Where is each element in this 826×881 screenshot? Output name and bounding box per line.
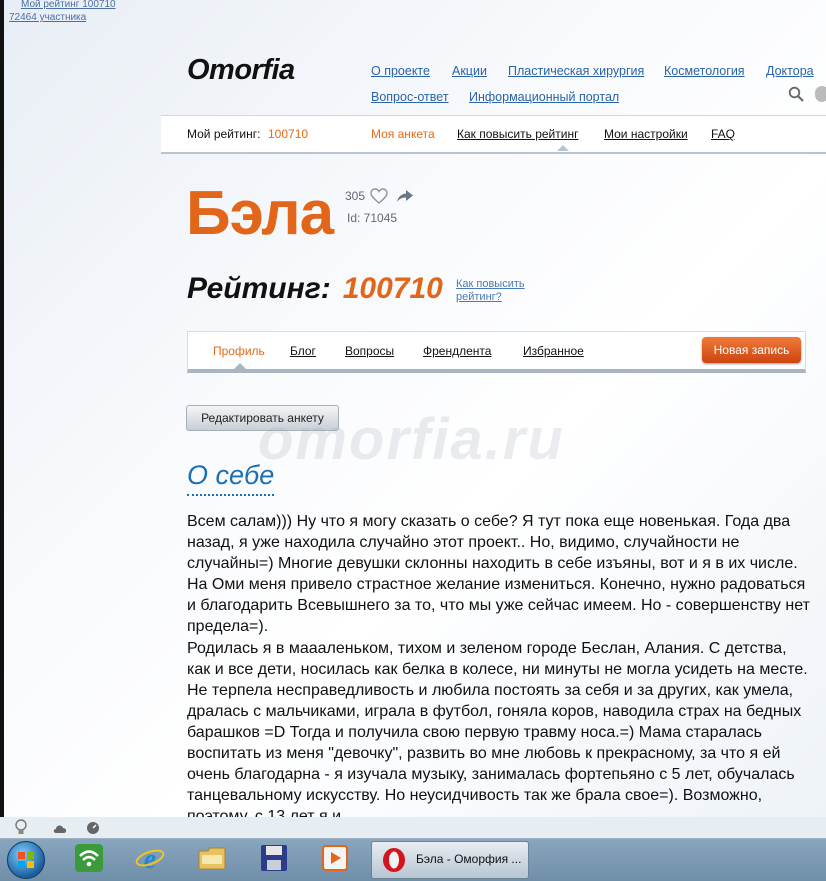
nav-qa[interactable]: Вопрос-ответ [371, 90, 449, 104]
tab-caret [234, 363, 246, 369]
profile-rating: Рейтинг: 100710 [187, 272, 443, 306]
rating-value: 100710 [342, 272, 443, 305]
nav-promotions[interactable]: Акции [452, 64, 487, 78]
corner-members-link[interactable]: 72464 участника [9, 12, 86, 23]
wifi-app-icon[interactable] [74, 843, 104, 873]
subbar-my-profile[interactable]: Моя анкета [371, 127, 435, 141]
internet-explorer-icon[interactable]: e [135, 843, 165, 873]
gauge-icon[interactable] [86, 821, 100, 835]
likes-count: 305 [345, 189, 366, 203]
taskbar-window-title: Бэла - Оморфия ... [416, 852, 522, 866]
heart-icon[interactable] [370, 188, 388, 204]
watermark: omorfia.ru [258, 407, 565, 472]
nav-cosmetology[interactable]: Косметология [664, 64, 745, 78]
about-paragraph-2: Родилась я в маааленьком, тихом и зелено… [187, 639, 808, 817]
cloud-icon[interactable] [52, 822, 68, 834]
rating-label: Рейтинг: [187, 272, 331, 305]
media-player-icon[interactable] [320, 843, 350, 873]
user-subbar: Мой рейтинг: 100710 Моя анкета Как повыс… [161, 115, 826, 154]
profile-id: Id: 71045 [347, 211, 398, 225]
search-icon[interactable] [788, 86, 804, 102]
tab-profile[interactable]: Профиль [213, 344, 265, 358]
nav-plastic-surgery[interactable]: Пластическая хирургия [508, 64, 644, 78]
taskbar-active-window[interactable]: Бэла - Оморфия ... [371, 841, 529, 879]
corner-rating-link[interactable]: Мой рейтинг 100710 [21, 0, 116, 10]
windows-taskbar: e Бэла - Оморфия ... [0, 817, 826, 881]
nav-about-project[interactable]: О проекте [371, 64, 430, 78]
subbar-raise-rating[interactable]: Как повысить рейтинг [457, 127, 578, 141]
about-paragraph-1: Всем салам))) Ну что я могу сказать о се… [187, 513, 810, 636]
raise-rating-line2: рейтинг? [456, 291, 502, 303]
subbar-faq[interactable]: FAQ [711, 127, 735, 141]
browser-page: Мой рейтинг 100710 72464 участника Omorf… [0, 0, 826, 817]
share-icon[interactable] [396, 188, 414, 204]
new-post-button[interactable]: Новая запись [702, 337, 801, 363]
my-rating-label: Мой рейтинг: [187, 127, 261, 141]
opera-icon [383, 848, 405, 872]
about-heading: О себе [187, 460, 275, 496]
svg-text:e: e [144, 844, 156, 873]
folder-icon[interactable] [197, 843, 227, 873]
nav-info-portal[interactable]: Информационный портал [469, 90, 619, 104]
about-text: Всем салам))) Ну что я могу сказать о се… [187, 511, 813, 817]
tab-favorites[interactable]: Избранное [523, 344, 584, 358]
nav-doctors[interactable]: Доктора [766, 64, 814, 78]
subbar-my-settings[interactable]: Мои настройки [604, 127, 688, 141]
tab-questions[interactable]: Вопросы [345, 344, 394, 358]
windows-logo-icon [18, 852, 34, 868]
raise-rating-link[interactable]: Как повысить рейтинг? [456, 278, 546, 304]
toggle-icon[interactable] [815, 86, 826, 102]
raise-rating-line1: Как повысить [456, 278, 525, 290]
window-border [0, 0, 4, 817]
tab-blog[interactable]: Блог [290, 344, 316, 358]
start-button[interactable] [7, 841, 45, 879]
tray-strip [0, 817, 826, 839]
site-logo[interactable]: Omorfia [187, 54, 295, 87]
my-rating-value: 100710 [268, 127, 309, 141]
tab-friendfeed[interactable]: Френдлента [423, 344, 491, 358]
profile-name: Бэла [186, 179, 334, 248]
save-disk-icon[interactable] [259, 843, 289, 873]
profile-tabs: Профиль Блог Вопросы Френдлента Избранно… [187, 331, 806, 373]
lightbulb-icon[interactable] [14, 819, 28, 836]
active-caret [557, 145, 569, 151]
